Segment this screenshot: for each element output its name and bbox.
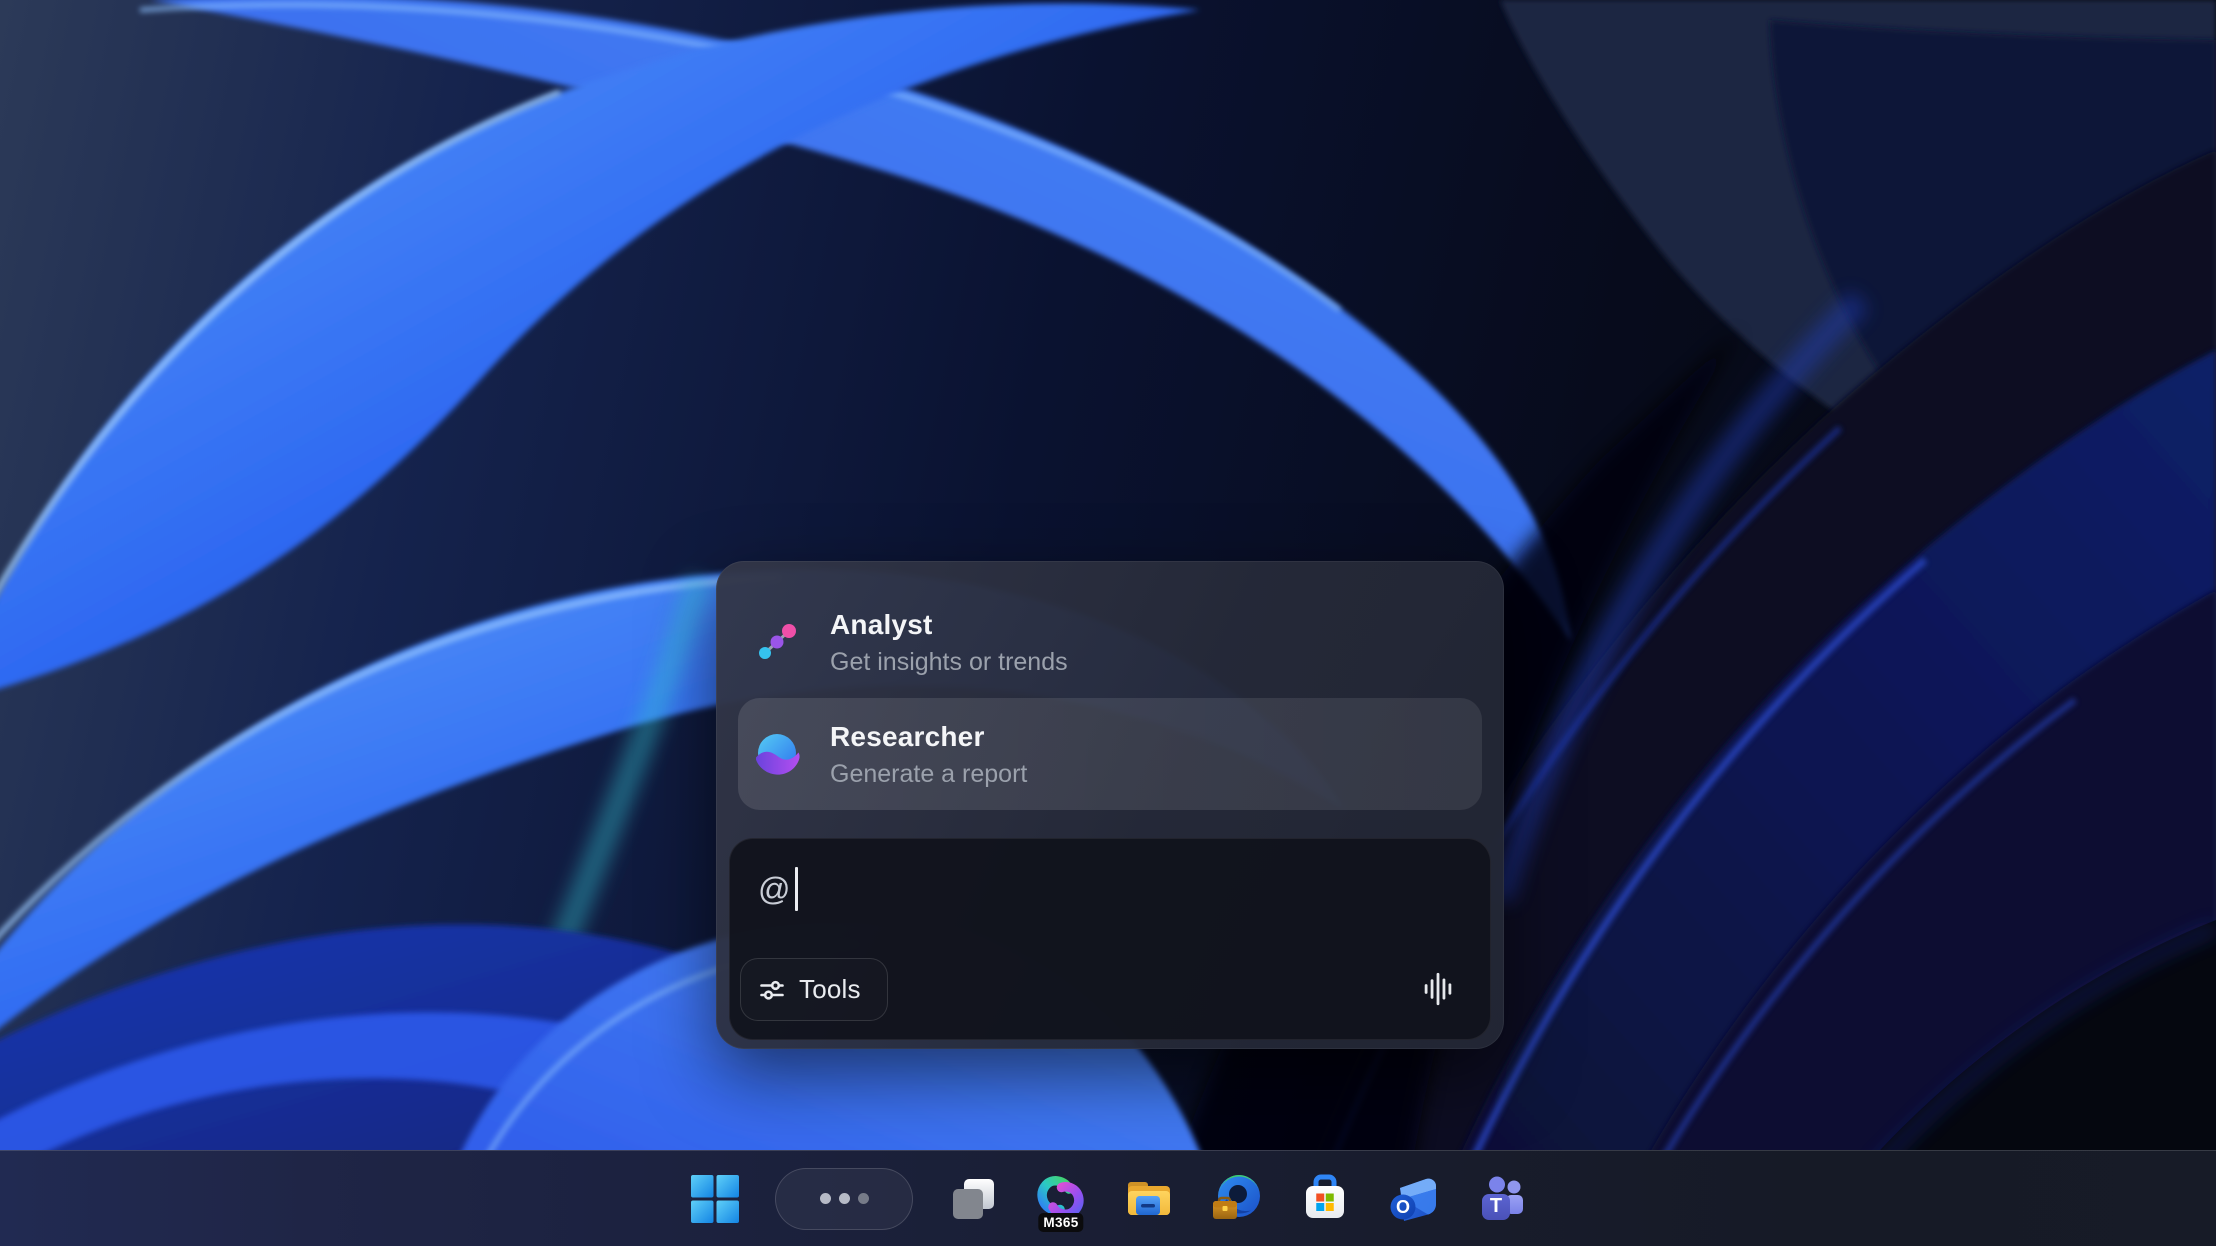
task-view-icon xyxy=(948,1174,998,1224)
outlook-button[interactable]: O xyxy=(1369,1151,1457,1246)
composer-text[interactable]: @ xyxy=(758,867,798,911)
taskbar-center-group: M365 xyxy=(671,1151,1545,1246)
text-caret xyxy=(795,867,798,911)
file-explorer-button[interactable] xyxy=(1105,1151,1193,1246)
tools-button[interactable]: Tools xyxy=(740,958,888,1021)
m365-badge: M365 xyxy=(1038,1213,1083,1232)
agent-texts: Analyst Get insights or trends xyxy=(830,605,1068,680)
m365-copilot-button[interactable]: M365 xyxy=(1017,1151,1105,1246)
agent-list: Analyst Get insights or trends xyxy=(738,589,1482,810)
store-bag-icon xyxy=(1300,1174,1350,1224)
agent-texts: Researcher Generate a report xyxy=(830,717,1027,792)
agent-subtitle: Generate a report xyxy=(830,757,1027,792)
tools-button-label: Tools xyxy=(799,974,861,1005)
teams-button[interactable]: T xyxy=(1457,1151,1545,1246)
composer-input-box[interactable]: @ Tools xyxy=(729,838,1491,1040)
windows-start-icon xyxy=(691,1175,739,1223)
copilot-search-pill[interactable] xyxy=(775,1168,913,1230)
composer-input-value[interactable]: @ xyxy=(758,871,790,908)
agent-title: Analyst xyxy=(830,605,1068,645)
outlook-letter: O xyxy=(1396,1197,1410,1218)
agent-title: Researcher xyxy=(830,717,1027,757)
taskbar: M365 xyxy=(0,1150,2216,1246)
teams-letter: T xyxy=(1490,1195,1502,1218)
researcher-sphere-icon xyxy=(754,731,800,777)
ellipsis-dots-icon xyxy=(820,1193,869,1204)
edge-business-button[interactable] xyxy=(1193,1151,1281,1246)
start-button[interactable] xyxy=(671,1151,759,1246)
agent-item-analyst[interactable]: Analyst Get insights or trends xyxy=(738,589,1482,695)
file-explorer-icon xyxy=(1124,1174,1174,1224)
agent-item-researcher[interactable]: Researcher Generate a report xyxy=(738,698,1482,810)
edge-briefcase-icon xyxy=(1212,1174,1262,1224)
analyst-scatter-icon xyxy=(754,619,800,665)
agent-subtitle: Get insights or trends xyxy=(830,645,1068,680)
task-view-button[interactable] xyxy=(929,1151,1017,1246)
sliders-icon xyxy=(759,977,785,1003)
microsoft-store-button[interactable] xyxy=(1281,1151,1369,1246)
voice-waveform-icon[interactable] xyxy=(1418,964,1458,1014)
copilot-agent-flyout: Analyst Get insights or trends xyxy=(716,561,1504,1049)
